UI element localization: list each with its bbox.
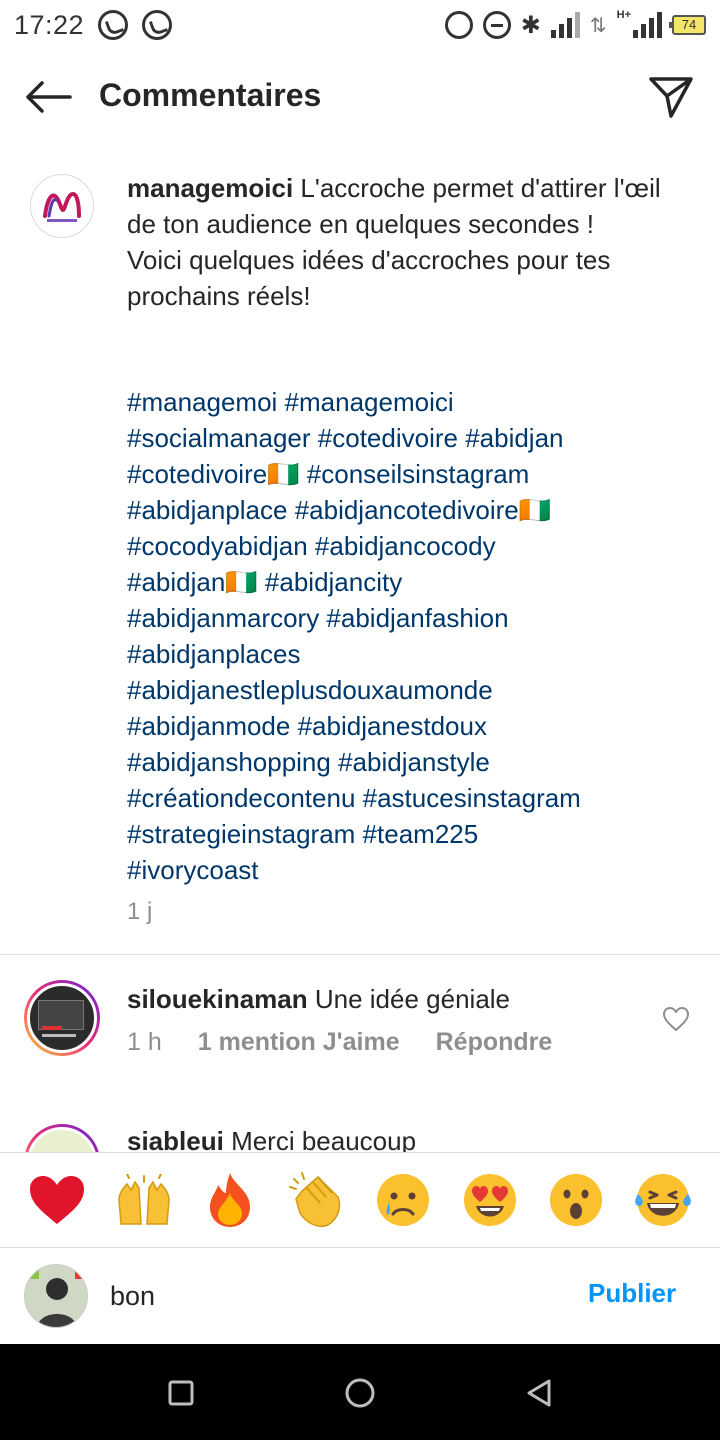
back-triangle-icon[interactable] <box>524 1378 554 1408</box>
status-bar: 17:22 ✱ ⇅ H+ 74 <box>0 0 720 50</box>
raising-hands-icon <box>117 1174 170 1225</box>
data-arrows-icon: ⇅ <box>589 13 607 37</box>
hashtag-list: #managemoi #managemoici #socialmanager #… <box>127 384 697 888</box>
whatsapp-business-icon <box>142 10 173 40</box>
signal-sim2-icon <box>633 12 662 38</box>
signal-sim1-icon <box>550 12 580 38</box>
surprised-face-icon <box>550 1174 603 1226</box>
red-heart-icon <box>30 1176 85 1224</box>
emoji-red-heart-button[interactable] <box>27 1170 87 1230</box>
hashtag-line[interactable]: #abidjan🇨🇮 #abidjancity <box>127 564 697 600</box>
hashtag-line[interactable]: #créationdecontenu #astucesinstagram <box>127 780 697 816</box>
hashtag-line[interactable]: #abidjanshopping #abidjanstyle <box>127 744 697 780</box>
comment-meta: 1 h 1 mention J'aime Répondre <box>127 1028 552 1057</box>
like-heart-icon[interactable] <box>662 1006 690 1032</box>
hashtag-line[interactable]: #socialmanager #cotedivoire #abidjan <box>127 420 697 456</box>
home-circle-icon[interactable] <box>344 1377 376 1409</box>
comment-likes-link[interactable]: 1 mention J'aime <box>198 1028 400 1057</box>
recents-square-icon[interactable] <box>166 1378 196 1408</box>
caption-text: managemoici L'accroche permet d'attirer … <box>127 170 687 314</box>
clapping-hands-icon <box>288 1172 341 1227</box>
avatar[interactable] <box>24 980 100 1056</box>
comment-text: silouekinaman Une idée géniale <box>127 984 510 1015</box>
comment-username[interactable]: siableui <box>127 1126 224 1152</box>
hashtag-line[interactable]: #strategieinstagram #team225 <box>127 816 697 852</box>
battery-icon: 74 <box>669 15 706 35</box>
publish-button[interactable]: Publier <box>588 1278 676 1309</box>
system-navigation-bar <box>0 1344 720 1440</box>
do-not-disturb-icon <box>482 11 511 39</box>
emoji-laughing-button[interactable] <box>633 1170 693 1230</box>
divider <box>0 954 720 955</box>
emoji-clapping-button[interactable] <box>287 1170 347 1230</box>
hashtag-line[interactable]: #abidjanplace #abidjancotedivoire🇨🇮 <box>127 492 697 528</box>
hashtag-line[interactable]: #abidjanestleplusdouxaumonde <box>127 672 697 708</box>
status-time: 17:22 <box>14 9 85 40</box>
user-photo-icon <box>25 1265 87 1327</box>
emoji-surprised-button[interactable] <box>546 1170 606 1230</box>
reply-button[interactable]: Répondre <box>436 1028 553 1057</box>
send-icon[interactable] <box>648 74 694 120</box>
comment-time: 1 h <box>127 1028 162 1056</box>
network-type-label: H+ <box>616 9 631 21</box>
emoji-reaction-bar <box>0 1152 720 1248</box>
comment-composer: Publier <box>0 1248 720 1344</box>
avatar[interactable] <box>30 174 94 238</box>
caption-username[interactable]: managemoici <box>127 173 293 203</box>
hashtag-line[interactable]: #abidjanplaces <box>127 636 697 672</box>
comment-body: Merci beaucoup <box>231 1126 417 1152</box>
hashtag-line[interactable]: #cotedivoire🇨🇮 #conseilsinstagram <box>127 456 697 492</box>
emoji-crying-button[interactable] <box>373 1170 433 1230</box>
hashtag-line[interactable]: #cocodyabidjan #abidjancocody <box>127 528 697 564</box>
comment-item: siableui Merci beaucoup <box>0 1124 720 1152</box>
emoji-raising-hands-button[interactable] <box>114 1170 174 1230</box>
emoji-fire-button[interactable] <box>200 1170 260 1230</box>
brand-logo-icon <box>43 191 81 222</box>
header: Commentaires <box>0 50 720 142</box>
laughing-tears-icon <box>634 1174 691 1226</box>
heart-eyes-icon <box>463 1174 516 1226</box>
back-arrow-icon[interactable] <box>24 80 72 114</box>
page-title: Commentaires <box>99 77 322 113</box>
data-saver-icon <box>444 11 473 39</box>
hashtag-line[interactable]: #abidjanmarcory #abidjanfashion <box>127 600 697 636</box>
comment-username[interactable]: silouekinaman <box>127 984 308 1014</box>
fire-icon <box>210 1173 251 1227</box>
caption-timestamp: 1 j <box>127 898 153 925</box>
avatar[interactable] <box>24 1124 100 1152</box>
hashtag-line[interactable]: #ivorycoast <box>127 852 697 888</box>
avatar <box>24 1264 88 1328</box>
hashtag-line[interactable]: #abidjanmode #abidjanestdoux <box>127 708 697 744</box>
comment-text: siableui Merci beaucoup <box>127 1126 416 1152</box>
comment-input[interactable] <box>110 1274 550 1318</box>
whatsapp-icon <box>98 10 129 40</box>
comment-body: Une idée géniale <box>314 984 511 1014</box>
hashtag-line[interactable]: #managemoi #managemoici <box>127 384 697 420</box>
bluetooth-icon: ✱ <box>520 11 541 39</box>
emoji-heart-eyes-button[interactable] <box>460 1170 520 1230</box>
crying-face-icon <box>377 1174 430 1226</box>
